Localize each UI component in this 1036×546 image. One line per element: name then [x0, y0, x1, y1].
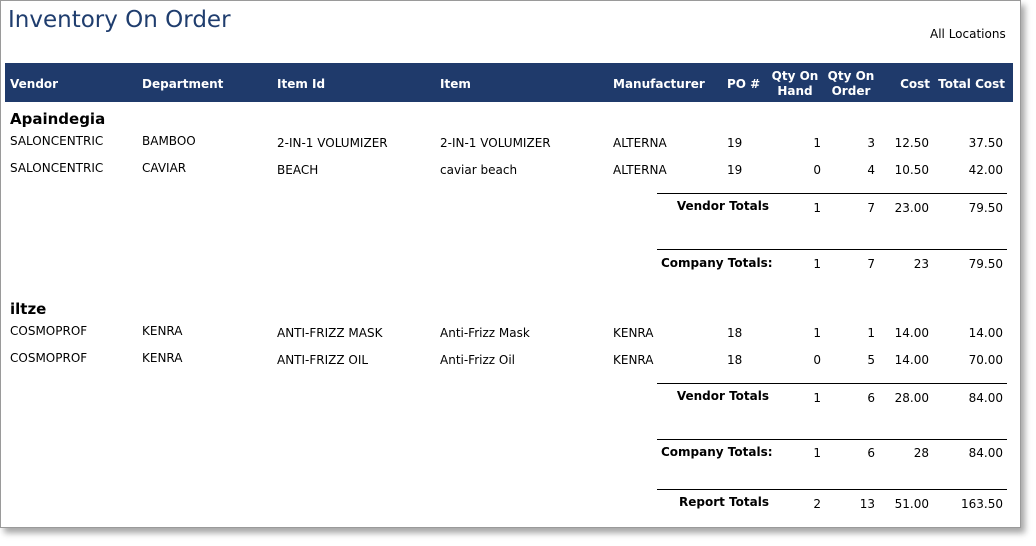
column-header-item: Item — [440, 77, 471, 91]
column-header-item-id: Item Id — [277, 77, 326, 91]
cell-total-cost: 84.00 — [968, 391, 1003, 405]
cell-vendor: COSMOPROF — [10, 324, 88, 338]
cell-qty-on-order: 13 — [859, 497, 875, 511]
location-filter-label: All Locations — [930, 27, 1006, 41]
cell-department: BAMBOO — [142, 134, 196, 148]
report-frame: Inventory On Order All Locations Vendor … — [0, 0, 1021, 528]
cell-item: Anti-Frizz Oil — [440, 353, 516, 367]
column-header-manufacturer: Manufacturer — [613, 77, 705, 91]
cell-department: KENRA — [142, 351, 183, 365]
cell-qty-on-order: 6 — [867, 391, 875, 405]
cell-qty-on-order: 6 — [867, 446, 875, 460]
cell-cost: 28.00 — [894, 391, 929, 405]
cell-total-cost: 79.50 — [968, 201, 1003, 215]
cell-qty-on-hand: 1 — [813, 326, 821, 340]
vendor-totals-label: Vendor Totals — [676, 389, 769, 403]
totals-divider — [657, 439, 1007, 440]
cell-qty-on-order: 5 — [867, 353, 875, 367]
cell-item-id: ANTI-FRIZZ OIL — [277, 353, 369, 367]
report-title: Inventory On Order — [8, 7, 231, 33]
cell-total-cost: 163.50 — [961, 497, 1003, 511]
cell-vendor: SALONCENTRIC — [10, 134, 104, 148]
cell-qty-on-order: 4 — [867, 163, 875, 177]
column-header-cost: Cost — [900, 77, 930, 91]
column-header-po: PO # — [727, 77, 761, 91]
column-header-vendor: Vendor — [10, 77, 59, 91]
cell-cost: 12.50 — [894, 136, 929, 150]
cell-item: 2-IN-1 VOLUMIZER — [440, 136, 551, 150]
cell-total-cost: 84.00 — [968, 446, 1003, 460]
cell-total-cost: 37.50 — [968, 136, 1003, 150]
column-header-qty-on-order: Qty On Order — [827, 69, 875, 98]
column-header-total-cost: Total Cost — [938, 77, 1005, 91]
cell-total-cost: 79.50 — [968, 257, 1003, 271]
cell-vendor: SALONCENTRIC — [10, 161, 104, 175]
vendor-group-name: Apaindegia — [10, 110, 106, 128]
cell-qty-on-order: 3 — [867, 136, 875, 150]
cell-department: KENRA — [142, 324, 183, 338]
totals-divider — [657, 193, 1007, 194]
cell-cost: 28 — [913, 446, 929, 460]
cell-qty-on-hand: 2 — [813, 497, 821, 511]
cell-cost: 10.50 — [894, 163, 929, 177]
cell-total-cost: 42.00 — [968, 163, 1003, 177]
cell-manufacturer: ALTERNA — [613, 163, 667, 177]
cell-po: 19 — [727, 163, 743, 177]
cell-qty-on-hand: 1 — [813, 201, 821, 215]
cell-department: CAVIAR — [142, 161, 187, 175]
column-header-qty-on-hand: Qty On Hand — [771, 69, 819, 98]
cell-qty-on-order: 7 — [867, 201, 875, 215]
cell-cost: 14.00 — [894, 326, 929, 340]
cell-total-cost: 14.00 — [968, 326, 1003, 340]
table-header: Vendor Department Item Id Item Manufactu… — [5, 63, 1013, 102]
company-totals-label: Company Totals: — [661, 256, 773, 270]
cell-cost: 23.00 — [894, 201, 929, 215]
cell-qty-on-hand: 1 — [813, 257, 821, 271]
cell-item-id: BEACH — [277, 163, 319, 177]
cell-po: 18 — [727, 353, 743, 367]
cell-cost: 14.00 — [894, 353, 929, 367]
cell-item: caviar beach — [440, 163, 518, 177]
totals-divider — [657, 489, 1007, 490]
cell-item-id: 2-IN-1 VOLUMIZER — [277, 136, 388, 150]
vendor-group-name: iltze — [10, 300, 47, 318]
cell-qty-on-hand: 1 — [813, 446, 821, 460]
cell-cost: 23 — [913, 257, 929, 271]
cell-item-id: ANTI-FRIZZ MASK — [277, 326, 383, 340]
column-header-department: Department — [142, 77, 224, 91]
cell-qty-on-order: 7 — [867, 257, 875, 271]
cell-po: 18 — [727, 326, 743, 340]
cell-total-cost: 70.00 — [968, 353, 1003, 367]
cell-qty-on-order: 1 — [867, 326, 875, 340]
cell-manufacturer: KENRA — [613, 326, 654, 340]
cell-manufacturer: ALTERNA — [613, 136, 667, 150]
company-totals-label: Company Totals: — [661, 445, 773, 459]
report-totals-label: Report Totals — [679, 495, 769, 509]
cell-qty-on-hand: 0 — [813, 163, 821, 177]
totals-divider — [657, 249, 1007, 250]
cell-qty-on-hand: 0 — [813, 353, 821, 367]
cell-po: 19 — [727, 136, 743, 150]
cell-qty-on-hand: 1 — [813, 391, 821, 405]
totals-divider — [657, 383, 1007, 384]
cell-item: Anti-Frizz Mask — [440, 326, 530, 340]
cell-qty-on-hand: 1 — [813, 136, 821, 150]
cell-vendor: COSMOPROF — [10, 351, 88, 365]
vendor-totals-label: Vendor Totals — [676, 199, 769, 213]
cell-manufacturer: KENRA — [613, 353, 654, 367]
cell-cost: 51.00 — [894, 497, 929, 511]
